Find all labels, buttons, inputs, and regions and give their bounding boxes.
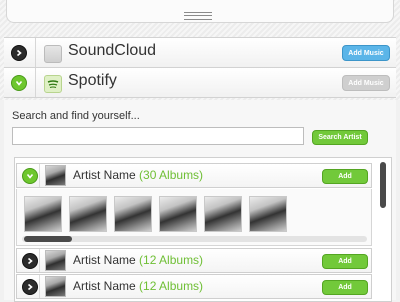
album-cover[interactable]	[159, 196, 197, 232]
horizontal-scrollbar[interactable]	[22, 236, 367, 242]
album-count: (30 Albums)	[139, 168, 204, 182]
add-artist-button[interactable]: Add	[322, 280, 368, 295]
add-music-button-disabled[interactable]: Add Music	[342, 75, 390, 91]
divider	[39, 164, 40, 187]
search-input[interactable]	[12, 127, 304, 145]
soundcloud-logo-icon	[44, 45, 62, 63]
artist-avatar	[45, 165, 66, 186]
album-cover[interactable]	[204, 196, 242, 232]
divider	[35, 38, 36, 67]
spotify-logo-icon	[44, 75, 62, 93]
artist-row[interactable]: Artist Name (12 Albums) Add	[16, 248, 372, 273]
artist-row[interactable]: Artist Name (12 Albums) Add	[16, 274, 372, 299]
artist-name-label: Artist Name (30 Albums)	[73, 168, 203, 182]
album-cover[interactable]	[114, 196, 152, 232]
artist-avatar	[45, 250, 66, 271]
add-music-button[interactable]: Add Music	[342, 45, 390, 61]
artist-row[interactable]: Artist Name (30 Albums) Add	[16, 163, 372, 188]
drag-handle-icon[interactable]	[184, 12, 212, 20]
search-artist-button[interactable]: Search Artist	[312, 130, 368, 145]
vertical-scrollbar-thumb[interactable]	[380, 162, 386, 208]
divider	[39, 275, 40, 298]
expand-arrow-icon[interactable]	[22, 279, 38, 295]
album-cover[interactable]	[24, 196, 62, 232]
add-artist-button[interactable]: Add	[322, 169, 368, 184]
divider	[35, 68, 36, 97]
artist-name: Artist Name	[73, 168, 136, 182]
add-artist-button[interactable]: Add	[322, 254, 368, 269]
artist-name: Artist Name	[73, 279, 136, 293]
collapse-chevron-icon[interactable]	[11, 75, 27, 91]
album-cover[interactable]	[69, 196, 107, 232]
service-row-soundcloud: SoundCloud Add Music	[4, 37, 396, 68]
collapse-chevron-icon[interactable]	[22, 168, 38, 184]
artist-name-label: Artist Name (12 Albums)	[73, 253, 203, 267]
album-cover[interactable]	[249, 196, 287, 232]
album-count: (12 Albums)	[139, 279, 204, 293]
service-name: SoundCloud	[68, 42, 157, 59]
divider	[39, 249, 40, 272]
horizontal-scrollbar-thumb[interactable]	[24, 236, 72, 242]
artist-name: Artist Name	[73, 253, 136, 267]
artist-name-label: Artist Name (12 Albums)	[73, 279, 203, 293]
search-label: Search and find yourself...	[12, 110, 140, 122]
service-name: Spotify	[68, 72, 117, 89]
service-row-spotify: Spotify Add Music	[4, 67, 396, 98]
album-count: (12 Albums)	[139, 253, 204, 267]
artist-avatar	[45, 276, 66, 297]
expand-arrow-icon[interactable]	[22, 253, 38, 269]
expand-arrow-icon[interactable]	[11, 45, 27, 61]
